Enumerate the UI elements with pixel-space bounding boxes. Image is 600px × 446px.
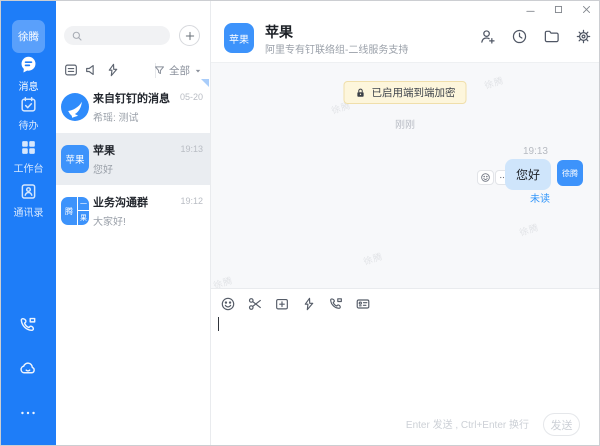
send-button[interactable]: 发送 bbox=[543, 413, 580, 436]
settings-gear-icon[interactable] bbox=[575, 28, 592, 45]
chat-item-preview: 希瑶: 测试 bbox=[93, 113, 139, 124]
screenshot-scissors-icon[interactable] bbox=[247, 296, 263, 312]
group-avatar-tile: 腾 bbox=[61, 197, 77, 225]
add-member-icon[interactable] bbox=[479, 28, 496, 45]
group-avatar-tile: 一 bbox=[78, 197, 89, 210]
chat-item-pingguo[interactable]: 苹果 苹果 19:13 您好 bbox=[56, 133, 210, 185]
time-divider: 刚刚 bbox=[395, 120, 415, 131]
name-card-icon[interactable] bbox=[355, 296, 371, 312]
close-icon[interactable] bbox=[581, 4, 592, 15]
message-area: 徐腾 徐腾 徐腾 徐腾 徐腾 已启用端到端加密 刚刚 19:13 您好 徐腾 未… bbox=[211, 63, 599, 291]
file-plus-icon[interactable] bbox=[274, 296, 290, 312]
chat-pane: 苹果 苹果 阿里专有钉联络组-二线服务支持 徐腾 徐腾 徐腾 徐腾 徐腾 已启用… bbox=[211, 1, 599, 445]
sidebar-item-label: 工作台 bbox=[13, 164, 44, 175]
sidebar-item-contacts[interactable]: 通讯录 bbox=[1, 182, 56, 219]
group-avatar: 腾 一 果 bbox=[61, 197, 89, 225]
chat-bubble-icon bbox=[19, 55, 39, 75]
watermark: 徐腾 bbox=[362, 251, 385, 267]
chat-list-panel: 全部 来自钉钉的消息 05-20 希瑶: 测试 苹果 苹果 19:13 您好 腾… bbox=[56, 1, 211, 445]
phone-call-icon[interactable] bbox=[18, 315, 38, 335]
plus-icon bbox=[184, 30, 196, 42]
search-input[interactable] bbox=[87, 30, 157, 41]
watermark: 徐腾 bbox=[483, 75, 506, 91]
avatar[interactable]: 徐腾 bbox=[12, 20, 45, 53]
flash-icon[interactable] bbox=[301, 296, 317, 312]
filter-label: 全部 bbox=[169, 65, 190, 77]
send-hint: Enter 发送 , Ctrl+Enter 换行 bbox=[405, 420, 529, 431]
chat-title: 苹果 bbox=[265, 24, 293, 40]
sidebar-item-label: 通讯录 bbox=[13, 208, 44, 219]
avatar[interactable]: 徐腾 bbox=[557, 160, 583, 186]
sidebar-item-messages[interactable]: 消息 bbox=[1, 55, 56, 93]
chat-item-group[interactable]: 腾 一 果 业务沟通群 19:12 大家好! bbox=[56, 185, 210, 237]
message-bubble[interactable]: 您好 bbox=[504, 159, 551, 190]
new-message-wedge-icon[interactable] bbox=[201, 79, 209, 87]
funnel-icon bbox=[153, 64, 166, 77]
chat-item-dingtalk[interactable]: 来自钉钉的消息 05-20 希瑶: 测试 bbox=[56, 81, 210, 133]
filter-dropdown[interactable]: 全部 bbox=[153, 63, 203, 78]
lock-icon bbox=[355, 87, 367, 99]
emoji-react-icon[interactable] bbox=[477, 170, 494, 185]
avatar: 苹果 bbox=[61, 145, 89, 173]
avatar[interactable]: 苹果 bbox=[224, 23, 254, 53]
history-icon[interactable] bbox=[511, 28, 528, 45]
encryption-banner: 已启用端到端加密 bbox=[343, 81, 467, 104]
chat-item-name: 来自钉钉的消息 bbox=[93, 93, 170, 105]
sidebar-item-todo[interactable]: 待办 bbox=[1, 95, 56, 132]
emoji-icon[interactable] bbox=[220, 296, 236, 312]
message-time: 19:13 bbox=[522, 146, 548, 157]
minimize-icon[interactable] bbox=[525, 4, 536, 15]
watermark: 徐腾 bbox=[518, 222, 541, 238]
left-rail: 徐腾 消息 待办 工作台 通讯录 bbox=[1, 1, 56, 445]
text-caret bbox=[218, 317, 219, 331]
chat-item-preview: 您好 bbox=[93, 165, 113, 176]
message-input[interactable] bbox=[211, 317, 599, 407]
grid-icon bbox=[19, 138, 38, 157]
read-status-badge[interactable]: 未读 bbox=[530, 190, 550, 205]
caret-down-icon bbox=[193, 66, 203, 76]
flash-icon[interactable] bbox=[105, 62, 121, 78]
call-icon[interactable] bbox=[328, 296, 344, 312]
input-toolbar bbox=[220, 296, 371, 312]
list-toolbar: 全部 bbox=[56, 61, 211, 81]
new-chat-button[interactable] bbox=[179, 25, 200, 46]
chat-item-preview: 大家好! bbox=[93, 217, 126, 228]
input-area: Enter 发送 , Ctrl+Enter 换行 发送 bbox=[211, 288, 599, 445]
maximize-icon[interactable] bbox=[553, 4, 564, 15]
announcement-icon[interactable] bbox=[84, 62, 100, 78]
ding-record-icon[interactable] bbox=[63, 62, 79, 78]
search-box[interactable] bbox=[64, 26, 170, 45]
chat-item-time: 19:12 bbox=[180, 196, 203, 206]
chat-item-name: 业务沟通群 bbox=[93, 197, 148, 209]
window-controls bbox=[525, 4, 592, 15]
dingtalk-window: 徐腾 消息 待办 工作台 通讯录 全部 来自钉钉的消息 05-20 希瑶: 测试… bbox=[0, 0, 600, 446]
chat-subtitle: 阿里专有钉联络组-二线服务支持 bbox=[265, 45, 409, 56]
calendar-check-icon bbox=[19, 95, 38, 114]
search-icon bbox=[71, 30, 83, 42]
chat-item-name: 苹果 bbox=[93, 145, 115, 157]
folder-icon[interactable] bbox=[543, 28, 560, 45]
sidebar-item-label: 待办 bbox=[18, 121, 39, 132]
sidebar-item-workbench[interactable]: 工作台 bbox=[1, 138, 56, 175]
sidebar-item-label: 消息 bbox=[18, 82, 39, 93]
header-actions bbox=[479, 28, 592, 45]
group-avatar-tile: 果 bbox=[78, 211, 89, 225]
chat-item-time: 05-20 bbox=[179, 92, 203, 102]
dingtalk-logo-avatar bbox=[61, 93, 89, 121]
more-dots-icon[interactable] bbox=[18, 403, 38, 423]
contacts-book-icon bbox=[19, 182, 38, 201]
encryption-banner-text: 已启用端到端加密 bbox=[371, 87, 456, 99]
chat-item-time: 19:13 bbox=[180, 144, 203, 154]
cloud-disk-icon[interactable] bbox=[18, 358, 38, 378]
